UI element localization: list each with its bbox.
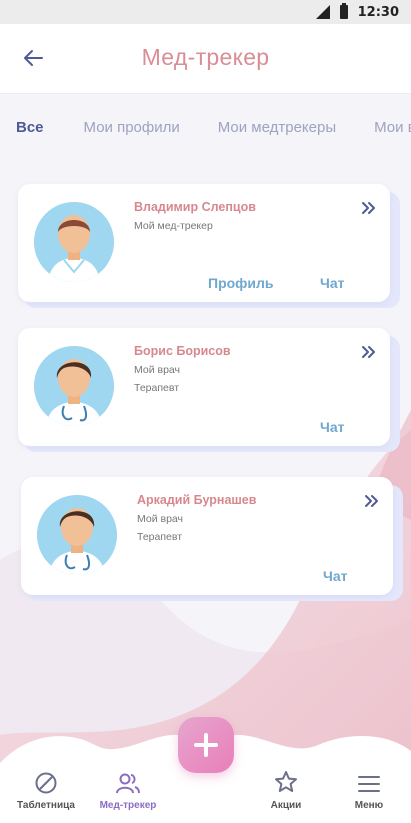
tab-my-medtrackers[interactable]: Мои медтрекеры [218, 119, 336, 141]
plus-icon [194, 733, 218, 757]
star-icon [275, 771, 297, 792]
chevron-double-right-icon[interactable] [361, 345, 377, 359]
nav-label: Таблетница [17, 800, 75, 811]
pill-icon [35, 772, 57, 794]
menu-icon [358, 776, 380, 792]
nav-item-promotions[interactable]: Акции [254, 770, 318, 811]
chat-button[interactable]: Чат [320, 419, 344, 435]
avatar [37, 495, 117, 575]
tab-my-profiles[interactable]: Мои профили [84, 119, 180, 141]
chat-button[interactable]: Чат [323, 568, 347, 584]
contact-role: Мой мед-трекер [134, 220, 213, 232]
page-title: Мед-трекер [141, 44, 270, 70]
profile-button[interactable]: Профиль [208, 275, 274, 291]
contact-specialty: Терапевт [137, 531, 183, 543]
tab-all[interactable]: Все [16, 119, 44, 141]
tab-my-doctors[interactable]: Мои в [374, 119, 411, 141]
nav-label: Меню [354, 800, 384, 811]
contact-role: Мой врач [137, 513, 183, 525]
contact-name: Аркадий Бурнашев [137, 493, 257, 507]
nav-label: Мед-трекер [99, 800, 157, 811]
nav-item-menu[interactable]: Меню [337, 774, 401, 811]
avatar [34, 346, 114, 426]
contact-specialty: Терапевт [134, 382, 180, 394]
contact-name: Владимир Слепцов [134, 200, 256, 214]
nav-label: Акции [270, 800, 302, 811]
chat-button[interactable]: Чат [320, 275, 344, 291]
bottom-navigation: Таблетница Мед-трекер Акции Меню [0, 717, 411, 823]
filter-tabs: Все Мои профили Мои медтрекеры Мои в [16, 119, 411, 141]
nav-item-pillbox[interactable]: Таблетница [14, 772, 78, 811]
contact-name: Борис Борисов [134, 344, 231, 358]
nav-item-medtracker[interactable]: Мед-трекер [96, 772, 160, 811]
chevron-double-right-icon[interactable] [361, 201, 377, 215]
avatar [34, 202, 114, 282]
add-button[interactable] [178, 717, 234, 773]
chevron-double-right-icon[interactable] [364, 494, 380, 508]
contact-role: Мой врач [134, 364, 180, 376]
people-icon [116, 773, 140, 794]
app-header: Мед-трекер [0, 24, 411, 94]
